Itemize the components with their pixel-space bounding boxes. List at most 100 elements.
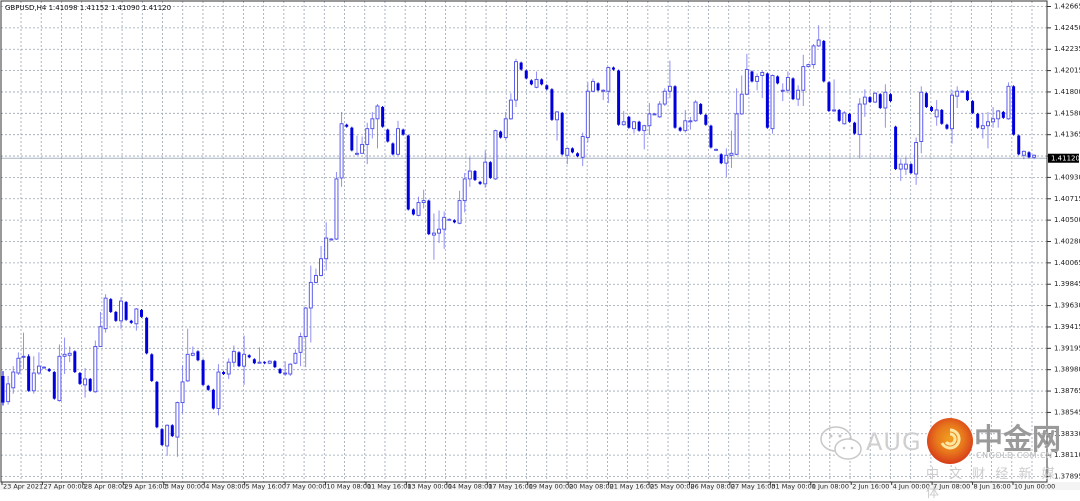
candle-bearish <box>140 308 144 318</box>
candle-bearish <box>145 316 149 355</box>
candle-bearish <box>750 70 754 83</box>
time-tick-label: 7 Jun 08:00 <box>933 483 970 491</box>
candle-bearish <box>627 115 631 129</box>
candle-body <box>996 110 1001 120</box>
candle-body <box>386 129 390 142</box>
candle-bullish <box>806 63 811 68</box>
candle-body <box>447 218 452 221</box>
candle-bullish <box>657 101 662 118</box>
candle-bearish <box>847 112 851 123</box>
candle-body <box>909 164 913 174</box>
candle-body <box>765 73 769 128</box>
candle-body <box>611 67 615 70</box>
candle-body <box>488 162 492 178</box>
candle-body <box>350 127 354 151</box>
candle-bearish <box>211 388 215 410</box>
candle-body <box>452 220 456 223</box>
candle-bearish <box>499 130 503 139</box>
candle-bearish <box>888 93 892 103</box>
price-tick-label: 1.40930 <box>1054 173 1080 181</box>
candle-bearish <box>52 371 56 400</box>
candle-bullish <box>103 294 108 333</box>
candle-body <box>206 385 210 390</box>
candle-body <box>550 89 554 120</box>
candle-body <box>785 76 790 91</box>
price-tick-label: 1.38110 <box>1054 451 1080 459</box>
candle-body <box>247 355 251 358</box>
candle-body <box>124 302 128 320</box>
candle-bearish <box>386 128 390 143</box>
candle-body <box>945 124 949 129</box>
candlestick-chart: 1.42665 1.42450 1.42235 1.42015 1.41800 1.415… <box>0 0 1080 490</box>
candle-body <box>934 109 939 118</box>
candle-body <box>878 94 882 108</box>
candle-body <box>540 79 544 85</box>
candle-body <box>431 232 436 236</box>
time-tick-label: 27 May 16:00 <box>731 483 776 491</box>
candle-body <box>185 353 190 382</box>
price-tick-label: 1.37895 <box>1054 473 1080 481</box>
candle-body <box>93 345 98 393</box>
time-tick-label: 17 May 16:00 <box>488 483 533 491</box>
price-tick-label: 1.40500 <box>1054 216 1080 224</box>
candle-body <box>283 372 288 375</box>
candle-bearish <box>909 163 913 174</box>
candle-body <box>190 352 195 356</box>
candle-body <box>709 125 713 148</box>
candle-bullish <box>770 74 775 134</box>
candle-body <box>827 82 831 111</box>
candle-bullish <box>662 88 667 107</box>
time-tick-label: 11 May 16:00 <box>367 483 412 491</box>
candle-body <box>355 152 359 155</box>
candle-body <box>442 216 447 230</box>
candle-body <box>457 200 462 224</box>
candle-body <box>837 109 841 121</box>
candle-body <box>868 97 872 103</box>
time-tick-label: 4 Jun 00:00 <box>893 483 930 491</box>
current-price-label: 1.41120 <box>1051 155 1080 163</box>
time-tick-label: 4 May 08:00 <box>205 483 245 491</box>
candle-body <box>88 378 92 391</box>
candle-body <box>627 116 631 128</box>
candle-body <box>483 161 488 185</box>
candle-body <box>570 148 574 153</box>
candle-body <box>991 118 996 123</box>
candle-body <box>862 96 867 105</box>
candle-body <box>688 120 693 123</box>
candle-body <box>806 64 811 68</box>
candle-body <box>714 148 719 151</box>
candle-body <box>201 360 205 385</box>
candle-body <box>822 40 826 82</box>
candle-body <box>462 178 467 202</box>
time-tick-label: 3 May 00:00 <box>165 483 205 491</box>
candle-body <box>883 91 888 109</box>
candle-body <box>519 62 523 70</box>
candle-bearish <box>765 72 769 129</box>
candle-bullish <box>693 100 698 122</box>
candle-body <box>832 109 837 112</box>
candle-bearish <box>124 301 128 321</box>
candle-body <box>406 135 410 210</box>
candle-body <box>473 171 477 180</box>
candle-body <box>98 326 103 347</box>
candle-body <box>1 375 5 403</box>
candle-body <box>365 128 370 145</box>
candle-body <box>734 113 739 155</box>
candle-body <box>744 69 749 95</box>
candle-bearish <box>637 120 641 132</box>
candle-body <box>678 127 682 131</box>
candle-bearish <box>381 106 385 128</box>
candle-body <box>585 90 590 138</box>
price-tick-label: 1.39630 <box>1054 302 1080 310</box>
candle-bearish <box>150 353 154 382</box>
candle-bearish <box>427 199 431 236</box>
candle-body <box>842 112 847 125</box>
candle-body <box>976 113 980 128</box>
candle-bullish <box>811 43 816 69</box>
candle-body <box>381 106 385 127</box>
candle-body <box>334 178 339 240</box>
price-tick-label: 1.39195 <box>1054 344 1080 352</box>
candle-bearish <box>273 360 277 369</box>
candle-body <box>21 355 26 358</box>
candle-body <box>980 125 985 130</box>
